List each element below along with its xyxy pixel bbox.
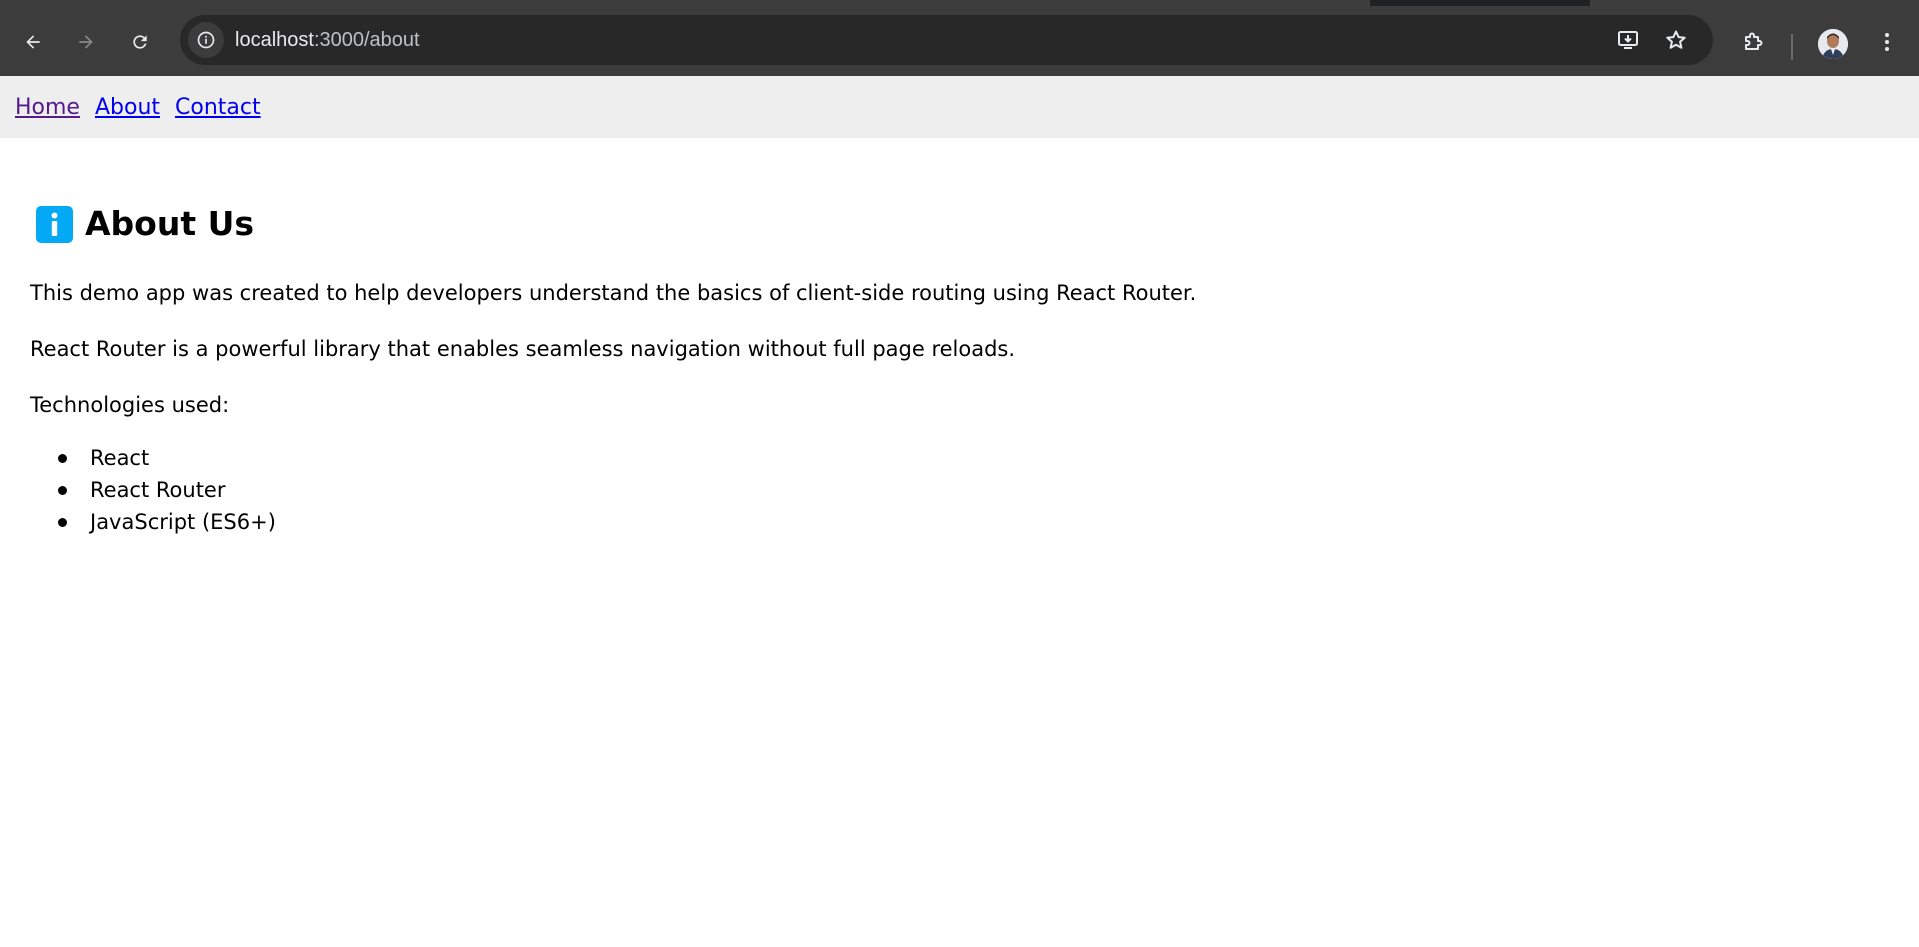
information-icon (36, 205, 73, 243)
extensions-button[interactable] (1737, 26, 1769, 58)
list-item: JavaScript (ES6+) (58, 506, 276, 538)
bullet (58, 454, 67, 463)
star-icon (1666, 30, 1686, 49)
browser-menu-button[interactable] (1871, 26, 1903, 58)
arrow-right-icon (79, 35, 93, 49)
arrow-left-icon (26, 35, 40, 49)
bookmark-button[interactable] (1662, 26, 1690, 54)
url-path: :3000/about (313, 29, 420, 51)
browser-toolbar: localhost:3000/about (0, 6, 1919, 76)
bullet (58, 518, 67, 527)
tech-react: React (90, 446, 150, 470)
avatar-icon (1818, 29, 1848, 59)
forward-button[interactable] (68, 24, 104, 60)
bullet (58, 486, 67, 495)
puzzle-icon (1745, 32, 1763, 50)
page-heading: About Us (36, 204, 254, 244)
nav-link-about[interactable]: About (95, 95, 160, 120)
nav-link-home[interactable]: Home (15, 95, 80, 120)
url-text[interactable]: localhost:3000/about (235, 15, 420, 65)
reload-button[interactable] (122, 24, 158, 60)
info-glyph-icon (51, 212, 58, 236)
toolbar-divider (1791, 34, 1793, 60)
reload-icon (133, 35, 147, 49)
install-app-icon (1618, 31, 1638, 49)
list-item: React (58, 442, 276, 474)
router-paragraph: React Router is a powerful library that … (30, 337, 1016, 361)
nav-link-contact[interactable]: Contact (175, 95, 261, 120)
back-button[interactable] (15, 24, 51, 60)
info-circle-icon (197, 31, 215, 49)
app-navbar: Home About Contact (0, 76, 1919, 138)
profile-avatar[interactable] (1818, 29, 1848, 59)
technologies-label: Technologies used: (30, 393, 230, 417)
tech-javascript: JavaScript (ES6+) (90, 510, 276, 534)
address-bar[interactable]: localhost:3000/about (180, 15, 1713, 65)
technologies-list: React React Router JavaScript (ES6+) (58, 442, 276, 538)
browser-chrome: localhost:3000/about (0, 0, 1919, 76)
url-host: localhost (235, 29, 314, 51)
install-app-button[interactable] (1614, 26, 1642, 54)
list-item: React Router (58, 474, 276, 506)
page-title: About Us (85, 204, 255, 243)
tech-react-router: React Router (90, 478, 226, 502)
kebab-menu-icon (1885, 33, 1889, 51)
intro-paragraph: This demo app was created to help develo… (30, 281, 1197, 305)
site-info-button[interactable] (188, 22, 224, 58)
